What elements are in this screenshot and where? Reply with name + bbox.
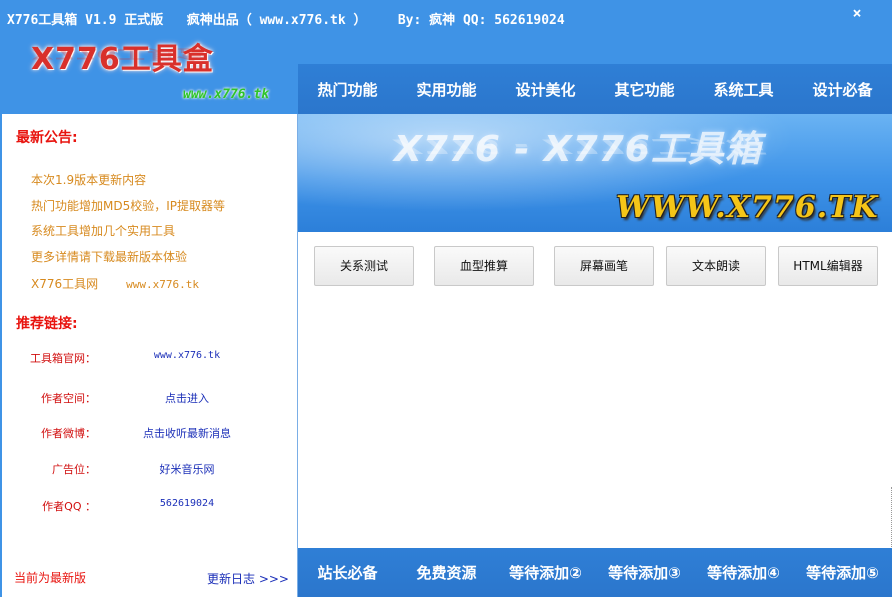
site-name: X776工具网 (31, 277, 99, 291)
site-line: X776工具网 www.x776.tk (31, 275, 199, 292)
text-reader-button[interactable]: 文本朗读 (666, 246, 766, 286)
link-row-author-qq: 作者QQ ： 562619024 (2, 498, 298, 516)
link-row-author-weibo: 作者微博： 点击收听最新消息 (2, 425, 298, 443)
announcement-item: 更多详情请下载最新版本体验 (31, 250, 188, 264)
tab-pending-5[interactable]: 等待添加⑤ (793, 562, 892, 583)
blood-type-button[interactable]: 血型推算 (434, 246, 534, 286)
version-status: 当前为最新版 (14, 571, 87, 585)
link-label: 作者QQ ： (42, 500, 96, 513)
author-weibo-link[interactable]: 点击收听最新消息 (112, 425, 262, 441)
tab-practical-functions[interactable]: 实用功能 (397, 79, 496, 100)
tab-free-resources[interactable]: 免费资源 (397, 562, 496, 583)
bottom-nav: 站长必备 免费资源 等待添加② 等待添加③ 等待添加④ 等待添加⑤ (298, 548, 892, 597)
logo: X776工具盒 X776工具盒 www.x776.tk www.x776.tk (0, 34, 298, 114)
link-label: 广告位： (52, 463, 96, 476)
author-space-link[interactable]: 点击进入 (112, 390, 262, 406)
official-site-link[interactable]: www.x776.tk (112, 350, 262, 361)
author-contact: By: 疯神 QQ: 562619024 (397, 13, 565, 28)
announcement-title: 最新公告: (16, 130, 78, 146)
tab-pending-2[interactable]: 等待添加② (496, 562, 595, 583)
site-url-link[interactable]: www.x776.tk (126, 278, 199, 291)
title-bar: X776工具箱 V1.9 正式版 疯神出品（ www.x776.tk ） By:… (0, 0, 892, 34)
changelog-link[interactable]: 更新日志 >>> (207, 570, 289, 587)
banner-url: WWW.X776.TK (616, 190, 879, 225)
tab-system-tools[interactable]: 系统工具 (694, 79, 793, 100)
tool-panel: 关系测试 血型推算 屏幕画笔 文本朗读 HTML编辑器 (298, 232, 892, 548)
top-nav: 热门功能 实用功能 设计美化 其它功能 系统工具 设计必备 (298, 64, 892, 114)
tab-pending-4[interactable]: 等待添加④ (694, 562, 793, 583)
relationship-test-button[interactable]: 关系测试 (314, 246, 414, 286)
announcement-item: 本次1.9版本更新内容 (31, 173, 147, 187)
link-row-ad-slot: 广告位： 好米音乐网 (2, 461, 298, 479)
app-title: X776工具箱 V1.9 正式版 (7, 13, 164, 28)
link-row-author-space: 作者空间： 点击进入 (2, 390, 298, 408)
announcement-item: 热门功能增加MD5校验，IP提取器等 (31, 199, 226, 213)
tab-design-essentials[interactable]: 设计必备 (793, 79, 892, 100)
tab-design-beautify[interactable]: 设计美化 (496, 79, 595, 100)
link-label: 作者空间： (41, 392, 96, 405)
link-label: 工具箱官网： (30, 352, 96, 365)
resize-grip[interactable] (888, 487, 892, 547)
banner: X776 - X776工具箱 X776 - X776工具箱 WWW.X776.T… (298, 114, 892, 232)
screen-pen-button[interactable]: 屏幕画笔 (554, 246, 654, 286)
links-title: 推荐链接: (16, 316, 78, 332)
author-qq-link[interactable]: 562619024 (112, 498, 262, 509)
link-row-official-site: 工具箱官网： www.x776.tk (2, 350, 298, 368)
author-credit: 疯神出品（ www.x776.tk ） (186, 13, 367, 28)
logo-url-reflection: www.x776.tk (183, 93, 270, 102)
window-title: X776工具箱 V1.9 正式版 疯神出品（ www.x776.tk ） By:… (7, 9, 565, 28)
tab-webmaster-essentials[interactable]: 站长必备 (298, 562, 397, 583)
html-editor-button[interactable]: HTML编辑器 (778, 246, 878, 286)
tab-hot-functions[interactable]: 热门功能 (298, 79, 397, 100)
tab-pending-3[interactable]: 等待添加③ (595, 562, 694, 583)
announcement-item: 系统工具增加几个实用工具 (31, 224, 176, 238)
link-label: 作者微博： (41, 427, 96, 440)
close-icon[interactable]: × (848, 4, 866, 22)
logo-reflection: X776工具盒 (31, 45, 207, 62)
sidebar: 最新公告: 本次1.9版本更新内容 热门功能增加MD5校验，IP提取器等 系统工… (2, 114, 298, 597)
ad-slot-link[interactable]: 好米音乐网 (112, 461, 262, 477)
tab-other-functions[interactable]: 其它功能 (595, 79, 694, 100)
banner-title-reflection: X776 - X776工具箱 (394, 134, 762, 158)
